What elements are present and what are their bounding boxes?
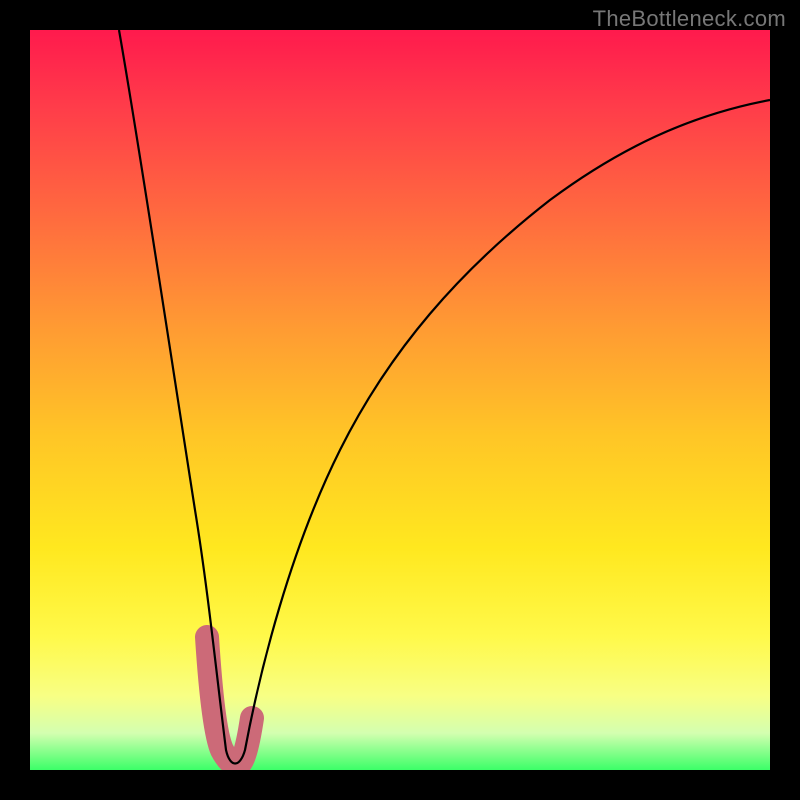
plot-area (30, 30, 770, 770)
curve-layer (30, 30, 770, 770)
chart-frame: TheBottleneck.com (0, 0, 800, 800)
attribution-label: TheBottleneck.com (593, 6, 786, 32)
